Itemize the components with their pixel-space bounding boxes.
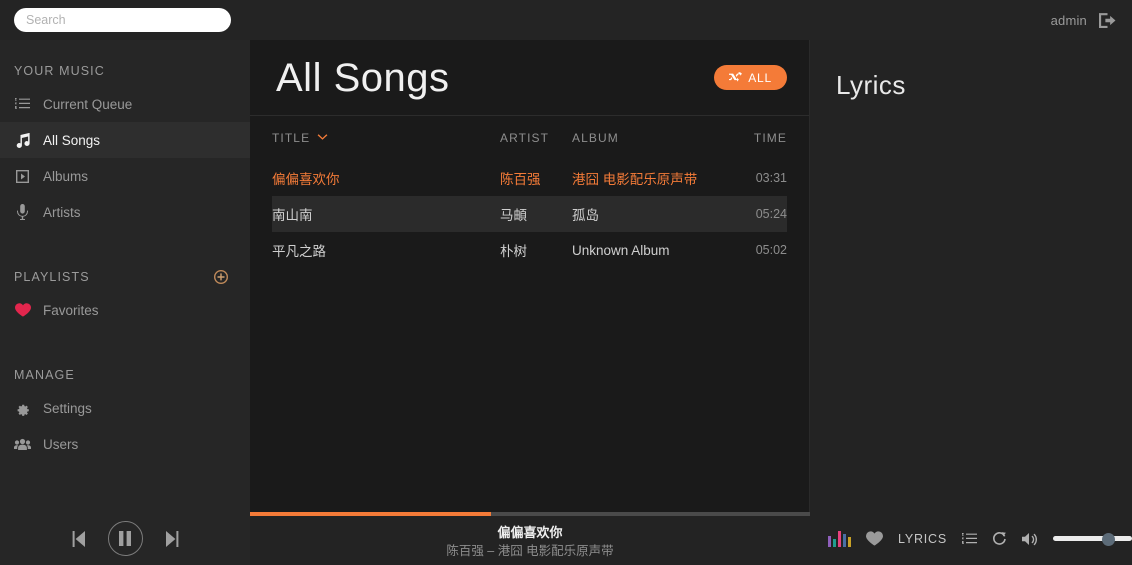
song-title: 偏偏喜欢你 [272,172,340,187]
volume-slider-track [1053,536,1132,541]
main-content: All Songs ALL TITLE ARTIST ALBUM TIME 偏偏… [250,40,810,512]
volume-up-icon[interactable] [1022,532,1038,546]
lyrics-toggle-button[interactable]: LYRICS [898,532,947,546]
song-table: TITLE ARTIST ALBUM TIME 偏偏喜欢你 陈百强 港囧 电影配… [250,116,809,268]
sidebar-heading-label: MANAGE [14,368,75,382]
sidebar-item-label: Settings [43,400,92,416]
sidebar-item-label: Albums [43,168,89,184]
main-header: All Songs ALL [250,40,809,116]
search-input[interactable] [14,8,231,32]
sidebar-item-users[interactable]: Users [0,426,250,462]
sidebar-item-label: Users [43,436,79,452]
progress-bar[interactable] [250,512,810,516]
song-album: 孤岛 [572,208,599,223]
now-playing-title: 偏偏喜欢你 [497,524,563,540]
song-album: 港囧 电影配乐原声带 [572,172,698,187]
list-ol-icon [14,96,31,113]
next-track-button[interactable] [165,530,180,547]
column-header-title-label: TITLE [272,131,311,145]
now-playing-area: 偏偏喜欢你 陈百强 – 港囧 电影配乐原声带 [250,512,810,565]
column-header-title[interactable]: TITLE [272,131,500,145]
player-transport-controls [0,512,250,565]
previous-track-button[interactable] [71,530,86,547]
song-time: 03:31 [755,171,787,185]
column-header-artist[interactable]: ARTIST [500,131,572,145]
sidebar-heading-your-music: YOUR MUSIC [0,54,250,86]
equalizer-bar [833,539,836,547]
now-playing-subtitle: 陈百强 – 港囧 电影配乐原声带 [446,543,614,558]
top-bar: admin [0,0,1132,40]
music-note-icon [14,132,31,149]
sidebar-item-artists[interactable]: Artists [0,194,250,230]
queue-list-icon[interactable] [962,532,978,546]
sidebar-item-label: All Songs [43,132,101,148]
song-artist: 陈百强 [500,172,541,187]
equalizer-bar [848,537,851,547]
player-extra-controls: LYRICS [810,512,1132,565]
table-row[interactable]: 平凡之路 朴树 Unknown Album 05:02 [272,232,787,268]
sidebar: YOUR MUSIC Current Queue All Songs Album… [0,40,250,512]
sidebar-item-favorites[interactable]: Favorites [0,292,250,328]
column-header-album[interactable]: ALBUM [572,131,731,145]
repeat-icon[interactable] [992,531,1007,546]
column-header-time[interactable]: TIME [731,131,787,145]
sidebar-heading-manage: MANAGE [0,358,250,390]
shuffle-icon [729,72,743,83]
equalizer-bar [828,536,831,547]
top-bar-right: admin [1051,13,1120,28]
player-bar: 偏偏喜欢你 陈百强 – 港囧 电影配乐原声带 LYRICS [0,512,1132,565]
table-row[interactable]: 偏偏喜欢你 陈百强 港囧 电影配乐原声带 03:31 [272,160,787,196]
song-artist: 朴树 [500,244,527,259]
progress-bar-fill [250,512,491,516]
sidebar-heading-label: YOUR MUSIC [14,64,105,78]
sidebar-item-albums[interactable]: Albums [0,158,250,194]
gear-icon [14,400,31,417]
sidebar-item-label: Current Queue [43,96,133,112]
chevron-down-icon [317,134,328,142]
page-title: All Songs [276,55,450,100]
play-pause-button[interactable] [107,521,143,556]
song-album: Unknown Album [572,242,670,258]
sidebar-heading-playlists: PLAYLISTS [0,260,250,292]
lyrics-panel-title: Lyrics [836,70,906,100]
plus-circle-icon[interactable] [214,270,228,284]
equalizer-bar [838,531,841,547]
table-row[interactable]: 南山南 马頔 孤岛 05:24 [272,196,787,232]
song-title: 平凡之路 [272,244,326,259]
username-label: admin [1050,12,1087,28]
heart-icon [14,302,31,319]
song-time: 05:02 [755,243,787,257]
song-table-header: TITLE ARTIST ALBUM TIME [272,116,787,160]
music-player-app: admin YOUR MUSIC Current Queue [0,0,1132,565]
shuffle-all-label: ALL [748,70,772,85]
song-title: 南山南 [272,208,313,223]
users-icon [14,436,31,453]
equalizer-icon[interactable] [828,530,851,547]
sidebar-item-current-queue[interactable]: Current Queue [0,86,250,122]
volume-slider[interactable] [1053,531,1132,547]
album-play-icon [14,168,31,185]
sidebar-item-label: Artists [43,204,81,220]
favorite-heart-icon[interactable] [866,531,883,546]
logout-icon[interactable] [1099,12,1116,28]
song-artist: 马頔 [500,208,527,223]
sidebar-item-settings[interactable]: Settings [0,390,250,426]
body-region: YOUR MUSIC Current Queue All Songs Album… [0,40,1132,512]
sidebar-item-label: Favorites [43,302,99,318]
sidebar-heading-label: PLAYLISTS [14,270,90,284]
equalizer-bar [843,534,846,547]
sidebar-item-all-songs[interactable]: All Songs [0,122,250,158]
volume-slider-thumb[interactable] [1102,532,1116,546]
shuffle-all-button[interactable]: ALL [714,65,787,90]
microphone-icon [14,204,31,221]
lyrics-panel: Lyrics [810,40,1132,512]
song-time: 05:24 [755,207,787,221]
